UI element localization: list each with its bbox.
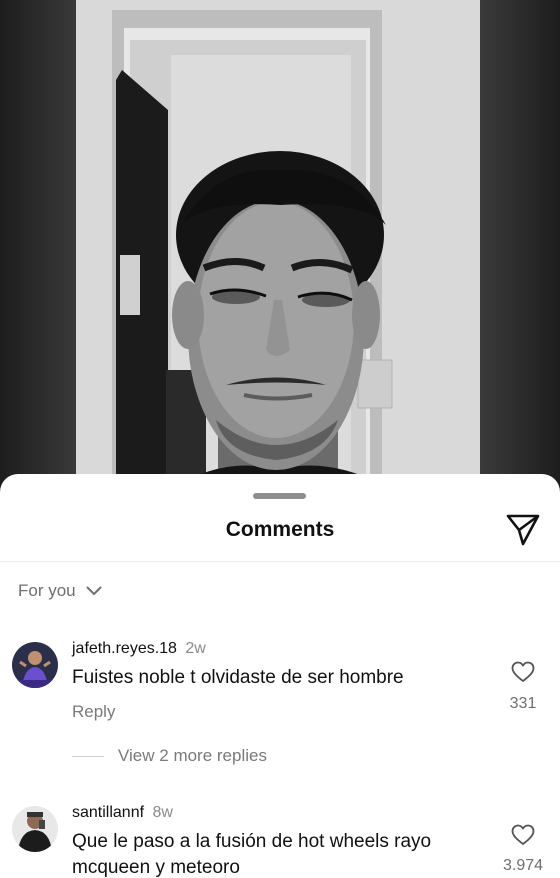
comment-header: santillannf 8w — [72, 804, 173, 822]
heart-icon — [511, 824, 535, 845]
header-divider — [0, 561, 560, 562]
heart-icon — [511, 661, 535, 682]
selfie-image — [76, 0, 480, 490]
drag-handle[interactable] — [253, 493, 306, 499]
avatar-image — [12, 642, 58, 688]
chevron-down-icon — [86, 586, 102, 595]
comment-time: 8w — [152, 804, 173, 821]
avatar[interactable] — [12, 642, 58, 688]
comment-item: jafeth.reyes.18 2w Fuistes noble t olvid… — [0, 640, 560, 790]
filter-label: For you — [18, 581, 76, 600]
reply-button[interactable]: Reply — [72, 702, 115, 722]
comment-username[interactable]: jafeth.reyes.18 — [72, 640, 177, 657]
comment-time: 2w — [185, 640, 206, 657]
like-button[interactable] — [511, 661, 535, 683]
comment-username[interactable]: santillannf — [72, 804, 144, 821]
like-count: 3.974 — [502, 857, 544, 874]
avatar[interactable] — [12, 806, 58, 852]
screen: Comments For you jafeth.reyes.18 2w Fuis… — [0, 0, 560, 878]
comment-text: Fuistes noble t olvidaste de ser hombre — [72, 667, 404, 688]
paper-plane-icon — [506, 514, 540, 546]
like-button[interactable] — [511, 824, 535, 846]
like-count: 331 — [509, 695, 537, 712]
comment-item: santillannf 8w Que le paso a la fusión d… — [0, 804, 560, 878]
view-more-replies-label: View 2 more replies — [118, 746, 267, 765]
share-button[interactable] — [504, 512, 542, 548]
comment-filter-dropdown[interactable]: For you — [18, 579, 102, 603]
replies-divider-line — [72, 755, 104, 757]
post-photo[interactable] — [76, 0, 480, 490]
view-more-replies[interactable]: View 2 more replies — [72, 746, 267, 766]
comment-text: Que le paso a la fusión de hot wheels ra… — [72, 831, 432, 878]
comments-sheet: Comments For you jafeth.reyes.18 2w Fuis… — [0, 474, 560, 878]
comment-header: jafeth.reyes.18 2w — [72, 640, 206, 658]
avatar-image — [12, 806, 58, 852]
sheet-title: Comments — [225, 518, 335, 541]
